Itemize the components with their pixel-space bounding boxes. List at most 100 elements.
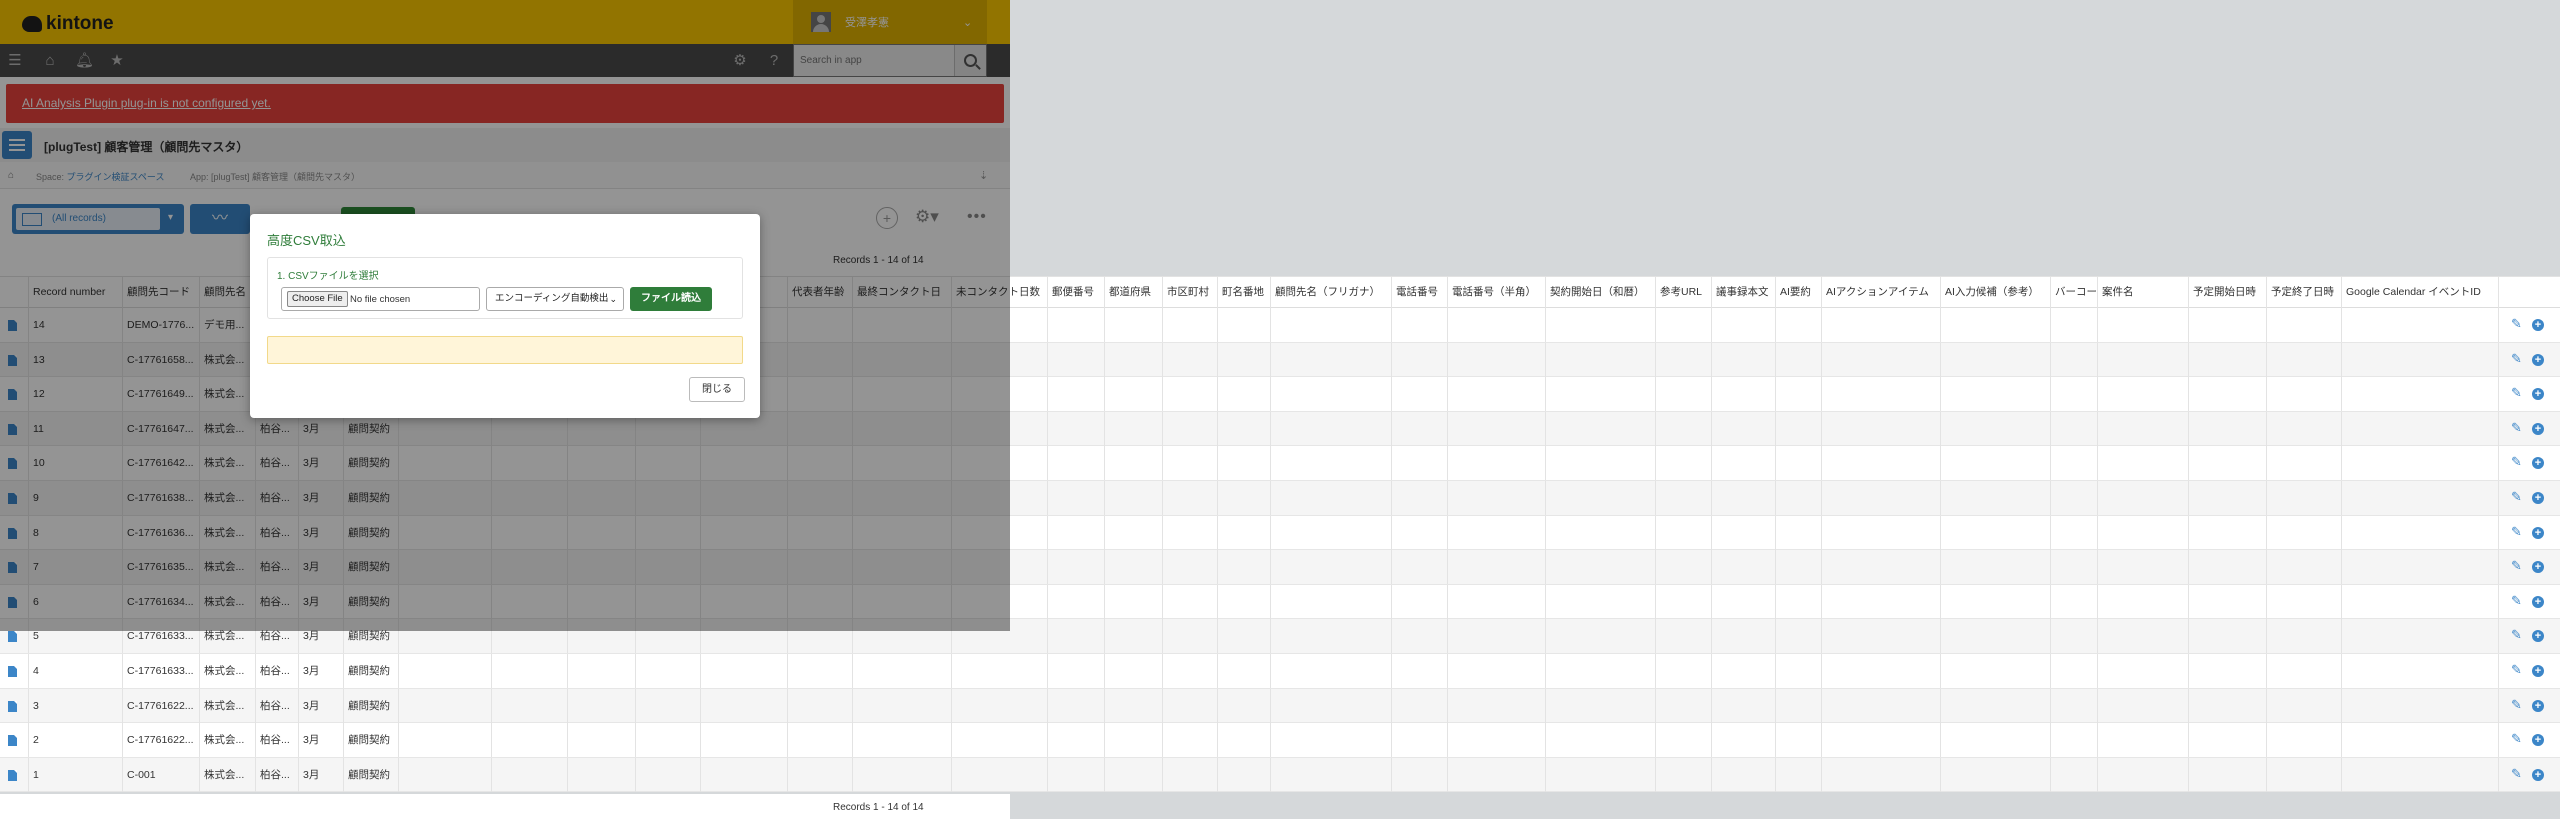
edit-pencil-icon[interactable]: ✎ bbox=[2511, 524, 2523, 539]
table-cell: 株式会... bbox=[199, 688, 255, 723]
edit-pencil-icon[interactable]: ✎ bbox=[2511, 420, 2523, 435]
table-cell bbox=[2188, 550, 2266, 585]
table-cell bbox=[1447, 688, 1545, 723]
add-row-icon[interactable]: + bbox=[2532, 491, 2544, 504]
column-header[interactable]: 郵便番号 bbox=[1047, 277, 1104, 308]
column-header[interactable]: 予定終了日時 bbox=[2266, 277, 2341, 308]
column-header[interactable]: 都道府県 bbox=[1104, 277, 1162, 308]
table-cell bbox=[2266, 342, 2341, 377]
column-header[interactable]: 顧問先名（フリガナ） bbox=[1270, 277, 1391, 308]
edit-pencil-icon[interactable]: ✎ bbox=[2511, 351, 2523, 366]
record-detail-icon[interactable] bbox=[8, 631, 17, 643]
record-detail-icon[interactable] bbox=[8, 665, 17, 677]
table-cell bbox=[1447, 308, 1545, 342]
table-cell bbox=[2050, 550, 2097, 585]
table-cell bbox=[1711, 550, 1775, 585]
table-cell bbox=[1545, 550, 1655, 585]
add-row-icon[interactable]: + bbox=[2532, 422, 2544, 435]
table-cell bbox=[1775, 342, 1821, 377]
table-cell bbox=[2050, 411, 2097, 446]
edit-pencil-icon[interactable]: ✎ bbox=[2511, 732, 2523, 746]
column-header[interactable]: 参考URL bbox=[1655, 277, 1711, 308]
table-cell bbox=[1391, 377, 1447, 412]
edit-pencil-icon[interactable]: ✎ bbox=[2511, 593, 2523, 608]
table-cell: 株式会... bbox=[199, 723, 255, 758]
column-header[interactable]: AI要約 bbox=[1775, 277, 1821, 308]
table-cell bbox=[2050, 515, 2097, 550]
table-cell bbox=[1821, 619, 1940, 654]
table-cell bbox=[1270, 688, 1391, 723]
column-header[interactable]: 電話番号 bbox=[1391, 277, 1447, 308]
table-cell bbox=[1270, 308, 1391, 342]
table-cell bbox=[2050, 584, 2097, 619]
table-cell bbox=[852, 757, 951, 792]
choose-file-button[interactable]: Choose File bbox=[287, 291, 348, 307]
table-cell: 3月 bbox=[298, 688, 343, 723]
table-cell bbox=[1270, 515, 1391, 550]
table-cell bbox=[2050, 688, 2097, 723]
column-header[interactable]: 電話番号（半角） bbox=[1447, 277, 1545, 308]
record-detail-icon[interactable] bbox=[8, 735, 17, 747]
table-row[interactable]: 1 C-001 株式会... 柏谷... 3月 顧問契約 ✎ + bbox=[0, 757, 2560, 793]
column-header[interactable]: 予定開始日時 bbox=[2188, 277, 2266, 308]
table-cell bbox=[2050, 653, 2097, 688]
csv-file-input[interactable]: Choose File No file chosen bbox=[281, 287, 480, 311]
add-row-icon[interactable]: + bbox=[2532, 353, 2544, 366]
edit-pencil-icon[interactable]: ✎ bbox=[2511, 662, 2523, 677]
column-header[interactable]: Google Calendar イベントID bbox=[2341, 277, 2498, 308]
table-cell bbox=[1104, 619, 1162, 654]
edit-pencil-icon[interactable]: ✎ bbox=[2511, 766, 2523, 781]
edit-pencil-icon[interactable]: ✎ bbox=[2511, 628, 2523, 642]
add-row-icon[interactable]: + bbox=[2532, 595, 2544, 608]
table-cell bbox=[1545, 480, 1655, 515]
table-cell bbox=[951, 688, 1047, 723]
record-detail-icon[interactable] bbox=[8, 700, 17, 712]
add-row-icon[interactable]: + bbox=[2532, 699, 2544, 712]
edit-pencil-icon[interactable]: ✎ bbox=[2511, 455, 2523, 469]
table-cell bbox=[1217, 446, 1270, 481]
table-cell bbox=[2341, 446, 2498, 481]
table-cell: 柏谷... bbox=[255, 688, 298, 723]
table-cell bbox=[1655, 653, 1711, 688]
record-detail-icon[interactable] bbox=[8, 769, 17, 781]
edit-pencil-icon[interactable]: ✎ bbox=[2511, 559, 2523, 573]
edit-pencil-icon[interactable]: ✎ bbox=[2511, 386, 2523, 400]
column-header[interactable]: 議事録本文 bbox=[1711, 277, 1775, 308]
table-cell bbox=[1711, 377, 1775, 412]
column-header[interactable]: 契約開始日（和暦） bbox=[1545, 277, 1655, 308]
table-cell bbox=[1775, 308, 1821, 342]
add-row-icon[interactable]: + bbox=[2532, 664, 2544, 677]
table-cell bbox=[1940, 446, 2050, 481]
column-header[interactable]: AI入力候補（参考） bbox=[1940, 277, 2050, 308]
column-header[interactable]: 市区町村 bbox=[1162, 277, 1217, 308]
table-cell bbox=[1821, 550, 1940, 585]
table-cell bbox=[1217, 619, 1270, 654]
table-cell bbox=[1775, 480, 1821, 515]
table-cell bbox=[1655, 411, 1711, 446]
table-row[interactable]: 2 C-17761622... 株式会... 柏谷... 3月 顧問契約 ✎ + bbox=[0, 723, 2560, 758]
file-import-button[interactable]: ファイル読込 bbox=[630, 287, 712, 311]
table-cell bbox=[1940, 757, 2050, 792]
column-header[interactable]: バーコードQR値 bbox=[2050, 277, 2097, 308]
table-row[interactable]: 3 C-17761622... 株式会... 柏谷... 3月 顧問契約 ✎ + bbox=[0, 688, 2560, 724]
column-header[interactable]: AIアクションアイテム bbox=[1821, 277, 1940, 308]
edit-pencil-icon[interactable]: ✎ bbox=[2511, 317, 2523, 331]
table-cell bbox=[1104, 723, 1162, 758]
table-cell bbox=[1162, 584, 1217, 619]
table-cell bbox=[1270, 377, 1391, 412]
close-button[interactable]: 閉じる bbox=[689, 377, 745, 402]
column-header[interactable]: 案件名 bbox=[2097, 277, 2188, 308]
edit-pencil-icon[interactable]: ✎ bbox=[2511, 489, 2523, 504]
add-row-icon[interactable]: + bbox=[2532, 319, 2544, 331]
table-cell bbox=[567, 723, 635, 758]
table-cell bbox=[1545, 688, 1655, 723]
add-row-icon[interactable]: + bbox=[2532, 526, 2544, 539]
table-row[interactable]: 4 C-17761633... 株式会... 柏谷... 3月 顧問契約 ✎ + bbox=[0, 653, 2560, 689]
encoding-select[interactable]: エンコーディング自動検出 ⌄ bbox=[486, 287, 624, 311]
table-cell bbox=[1821, 757, 1940, 792]
column-header[interactable]: 町名番地 bbox=[1217, 277, 1270, 308]
table-cell bbox=[951, 723, 1047, 758]
add-row-icon[interactable]: + bbox=[2532, 768, 2544, 781]
edit-pencil-icon[interactable]: ✎ bbox=[2511, 697, 2523, 712]
table-cell bbox=[2097, 515, 2188, 550]
